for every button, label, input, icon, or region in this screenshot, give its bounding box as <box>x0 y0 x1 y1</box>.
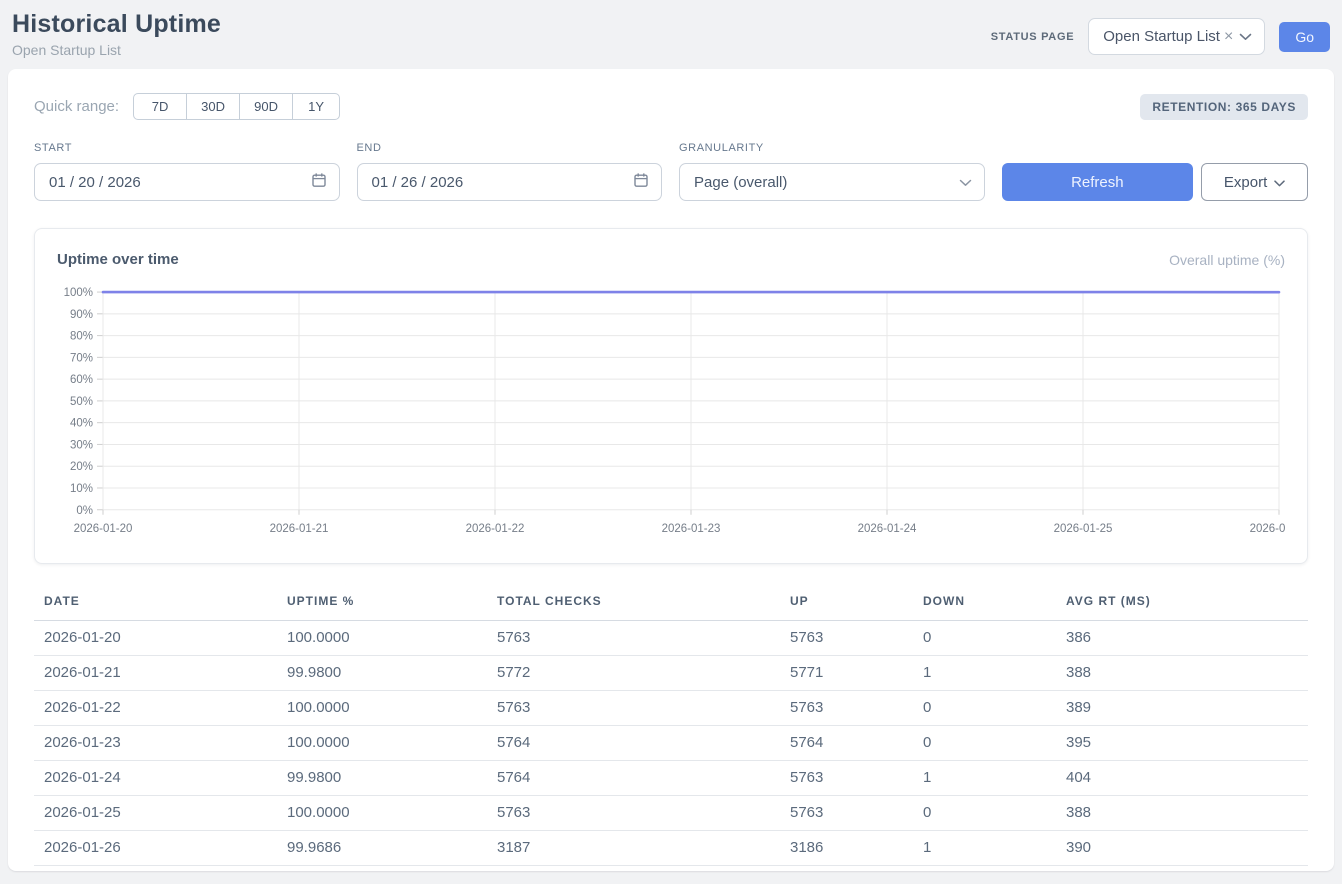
chart-header: Uptime over time Overall uptime (%) <box>57 251 1285 268</box>
status-page-label: STATUS PAGE <box>991 31 1074 43</box>
start-date-field-group: START 01 / 20 / 2026 <box>34 142 340 201</box>
col-up: UP <box>780 586 913 621</box>
granularity-select[interactable]: Page (overall) <box>679 163 985 201</box>
refresh-button[interactable]: Refresh <box>1002 163 1194 201</box>
svg-text:2026-01-21: 2026-01-21 <box>270 523 329 535</box>
svg-text:2026-01-25: 2026-01-25 <box>1054 523 1113 535</box>
clear-selection-icon[interactable]: × <box>1224 29 1233 45</box>
calendar-icon[interactable] <box>633 172 649 192</box>
page-title: Historical Uptime <box>12 10 221 39</box>
svg-text:2026-01-23: 2026-01-23 <box>662 523 721 535</box>
col-date: DATE <box>34 586 277 621</box>
end-date-input[interactable]: 01 / 26 / 2026 <box>357 163 663 201</box>
table-row: 2026-01-2199.9800577257711388 <box>34 656 1308 691</box>
chart-title: Uptime over time <box>57 251 179 268</box>
chevron-down-icon <box>1239 33 1252 41</box>
retention-badge: RETENTION: 365 DAYS <box>1140 94 1308 120</box>
end-date-field-group: END 01 / 26 / 2026 <box>357 142 663 201</box>
table-row: 2026-01-22100.0000576357630389 <box>34 691 1308 726</box>
table-row: 2026-01-2499.9800576457631404 <box>34 761 1308 796</box>
status-page-controls: STATUS PAGE Open Startup List × Go <box>991 18 1330 55</box>
start-date-label: START <box>34 142 340 154</box>
svg-text:30%: 30% <box>70 439 93 451</box>
uptime-chart-card: Uptime over time Overall uptime (%) 0% 10… <box>34 228 1308 564</box>
page-subtitle: Open Startup List <box>12 42 221 58</box>
status-page-selected-value: Open Startup List <box>1103 28 1220 45</box>
uptime-line-chart: 0% 10% 20% 30% 40% 50% 60% 70% 80% 90% 100% 2026-01… <box>57 284 1285 542</box>
svg-text:70%: 70% <box>70 352 93 364</box>
export-button-label: Export <box>1224 174 1267 191</box>
svg-text:50%: 50% <box>70 396 93 408</box>
svg-text:60%: 60% <box>70 374 93 386</box>
svg-text:10%: 10% <box>70 483 93 495</box>
end-date-label: END <box>357 142 663 154</box>
svg-text:2026-01-20: 2026-01-20 <box>74 523 133 535</box>
table-body: 2026-01-20100.00005763576303862026-01-21… <box>34 621 1308 866</box>
granularity-label: GRANULARITY <box>679 142 985 154</box>
chevron-down-icon <box>959 174 972 191</box>
quick-range-90d-button[interactable]: 90D <box>239 93 293 120</box>
svg-text:100%: 100% <box>64 287 93 299</box>
svg-text:80%: 80% <box>70 331 93 343</box>
table-header: DATE UPTIME % TOTAL CHECKS UP DOWN AVG R… <box>34 586 1308 621</box>
quick-range-30d-button[interactable]: 30D <box>186 93 240 120</box>
table-row: 2026-01-23100.0000576457640395 <box>34 726 1308 761</box>
chart-legend: Overall uptime (%) <box>1169 252 1285 268</box>
quick-range-buttons: 7D 30D 90D 1Y <box>133 93 340 120</box>
col-total-checks: TOTAL CHECKS <box>487 586 780 621</box>
quick-range-group: Quick range: 7D 30D 90D 1Y <box>34 93 340 120</box>
end-date-value: 01 / 26 / 2026 <box>372 174 464 191</box>
svg-text:2026-01-26: 2026-01-26 <box>1250 523 1285 535</box>
export-button[interactable]: Export <box>1201 163 1308 201</box>
quick-range-1y-button[interactable]: 1Y <box>292 93 340 120</box>
svg-text:20%: 20% <box>70 461 93 473</box>
go-button[interactable]: Go <box>1279 22 1330 52</box>
granularity-value: Page (overall) <box>694 174 787 191</box>
quick-range-row: Quick range: 7D 30D 90D 1Y RETENTION: 36… <box>34 93 1308 120</box>
svg-text:90%: 90% <box>70 309 93 321</box>
filter-fields-row: START 01 / 20 / 2026 END 01 / 26 / 2026 … <box>34 142 1308 201</box>
col-down: DOWN <box>913 586 1056 621</box>
main-panel: Quick range: 7D 30D 90D 1Y RETENTION: 36… <box>8 69 1334 871</box>
quick-range-label: Quick range: <box>34 98 119 115</box>
svg-text:2026-01-22: 2026-01-22 <box>466 523 525 535</box>
top-bar: Historical Uptime Open Startup List STAT… <box>0 0 1342 58</box>
col-avg-rt: AVG RT (MS) <box>1056 586 1308 621</box>
svg-text:2026-01-24: 2026-01-24 <box>858 523 917 535</box>
title-block: Historical Uptime Open Startup List <box>12 10 221 58</box>
table-row: 2026-01-2699.9686318731861390 <box>34 831 1308 866</box>
chevron-down-icon <box>1274 174 1285 191</box>
svg-text:0%: 0% <box>76 505 93 517</box>
svg-text:40%: 40% <box>70 418 93 430</box>
table-row: 2026-01-25100.0000576357630388 <box>34 796 1308 831</box>
start-date-value: 01 / 20 / 2026 <box>49 174 141 191</box>
granularity-field-group: GRANULARITY Page (overall) <box>679 142 985 201</box>
start-date-input[interactable]: 01 / 20 / 2026 <box>34 163 340 201</box>
uptime-table: DATE UPTIME % TOTAL CHECKS UP DOWN AVG R… <box>34 586 1308 866</box>
quick-range-7d-button[interactable]: 7D <box>133 93 187 120</box>
calendar-icon[interactable] <box>311 172 327 192</box>
col-uptime: UPTIME % <box>277 586 487 621</box>
status-page-select[interactable]: Open Startup List × <box>1088 18 1265 55</box>
table-row: 2026-01-20100.0000576357630386 <box>34 621 1308 656</box>
